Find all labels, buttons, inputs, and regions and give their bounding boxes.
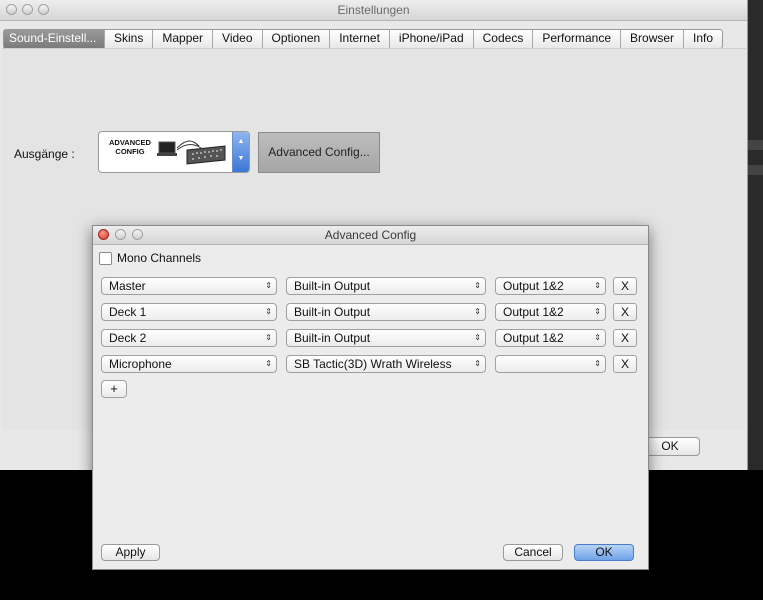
output-select[interactable]: Output 1&2 ⇕ <box>495 329 606 347</box>
settings-titlebar: Einstellungen <box>0 0 747 21</box>
tab-info[interactable]: Info <box>684 30 722 48</box>
mono-channels-label: Mono Channels <box>117 251 202 265</box>
close-button[interactable] <box>6 4 17 15</box>
updown-arrow-icon: ⇕ <box>474 333 481 342</box>
channel-value: Microphone <box>109 357 172 371</box>
advanced-config-logo: ADVANCED CONFIG <box>109 138 151 156</box>
channel-value: Master <box>109 279 146 293</box>
remove-row-button[interactable]: X <box>613 303 637 321</box>
remove-row-button[interactable]: X <box>613 277 637 295</box>
output-select[interactable]: ⇕ <box>495 355 606 373</box>
updown-arrow-icon: ⇕ <box>594 333 601 342</box>
output-value: Output 1&2 <box>503 331 564 345</box>
tab-internet[interactable]: Internet <box>330 30 390 48</box>
device-value: Built-in Output <box>294 305 371 319</box>
output-config-select[interactable]: ADVANCED CONFIG ▲ ▼ <box>98 131 250 173</box>
channel-select[interactable]: Microphone ⇕ <box>101 355 277 373</box>
outputs-label: Ausgänge : <box>14 147 75 161</box>
dialog-title: Advanced Config <box>324 228 417 242</box>
advanced-config-dialog: Advanced Config Mono Channels Master ⇕ Bu… <box>92 225 649 570</box>
tab-options[interactable]: Optionen <box>263 30 331 48</box>
updown-arrow-icon: ⇕ <box>474 307 481 316</box>
output-select[interactable]: Output 1&2 ⇕ <box>495 277 606 295</box>
zoom-button[interactable] <box>38 4 49 15</box>
tab-iphone-ipad[interactable]: iPhone/iPad <box>390 30 474 48</box>
tab-codecs[interactable]: Codecs <box>474 30 534 48</box>
mono-channels-row: Mono Channels <box>99 251 201 265</box>
updown-arrow-icon: ⇕ <box>265 359 272 368</box>
device-select[interactable]: Built-in Output ⇕ <box>286 277 486 295</box>
apply-button[interactable]: Apply <box>101 544 160 561</box>
output-select[interactable]: Output 1&2 ⇕ <box>495 303 606 321</box>
updown-arrow-icon: ⇕ <box>265 333 272 342</box>
output-value: Output 1&2 <box>503 279 564 293</box>
device-select[interactable]: Built-in Output ⇕ <box>286 303 486 321</box>
channel-select[interactable]: Master ⇕ <box>101 277 277 295</box>
tab-skins[interactable]: Skins <box>105 30 154 48</box>
tab-video[interactable]: Video <box>213 30 263 48</box>
remove-row-button[interactable]: X <box>613 355 637 373</box>
channel-select[interactable]: Deck 1 ⇕ <box>101 303 277 321</box>
updown-arrow-icon: ⇕ <box>474 281 481 290</box>
channel-select[interactable]: Deck 2 ⇕ <box>101 329 277 347</box>
tab-browser[interactable]: Browser <box>621 30 685 48</box>
updown-arrow-icon: ⇕ <box>265 281 272 290</box>
advanced-config-button[interactable]: Advanced Config... <box>258 132 380 173</box>
updown-arrow-icon: ⇕ <box>594 359 601 368</box>
updown-arrow-icon: ⇕ <box>265 307 272 316</box>
dialog-zoom-button[interactable] <box>132 229 143 240</box>
device-select[interactable]: SB Tactic(3D) Wrath Wireless ⇕ <box>286 355 486 373</box>
device-value: Built-in Output <box>294 331 371 345</box>
settings-ok-button[interactable]: OK <box>640 437 700 456</box>
tab-performance[interactable]: Performance <box>533 30 622 48</box>
select-stepper-icon[interactable]: ▲ ▼ <box>232 132 249 172</box>
channel-value: Deck 2 <box>109 331 147 345</box>
updown-arrow-icon: ⇕ <box>594 307 601 316</box>
output-value: Output 1&2 <box>503 305 564 319</box>
remove-row-button[interactable]: X <box>613 329 637 347</box>
dialog-close-button[interactable] <box>98 229 109 240</box>
settings-title: Einstellungen <box>337 3 410 17</box>
device-value: SB Tactic(3D) Wrath Wireless <box>294 357 452 371</box>
updown-arrow-icon: ⇕ <box>474 359 481 368</box>
channel-value: Deck 1 <box>109 305 147 319</box>
device-value: Built-in Output <box>294 279 371 293</box>
minimize-button[interactable] <box>22 4 33 15</box>
device-select[interactable]: Built-in Output ⇕ <box>286 329 486 347</box>
add-row-button[interactable]: + <box>101 380 127 398</box>
tab-mapper[interactable]: Mapper <box>153 30 214 48</box>
mono-channels-checkbox[interactable] <box>99 251 112 265</box>
dialog-minimize-button[interactable] <box>115 229 126 240</box>
settings-tab-bar: Sound-Einstell... Skins Mapper Video Opt… <box>3 29 724 49</box>
updown-arrow-icon: ⇕ <box>594 281 601 290</box>
tab-sound-settings[interactable]: Sound-Einstell... <box>4 30 105 48</box>
dialog-titlebar: Advanced Config <box>93 226 648 245</box>
ok-button[interactable]: OK <box>574 544 634 561</box>
cancel-button[interactable]: Cancel <box>503 544 563 561</box>
mixer-laptop-icon <box>157 140 226 165</box>
